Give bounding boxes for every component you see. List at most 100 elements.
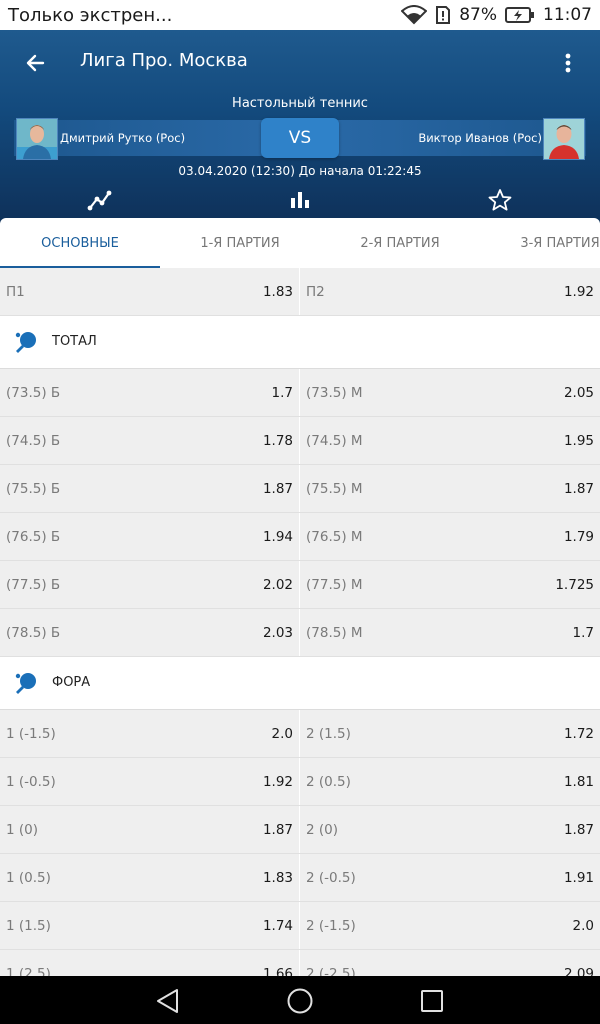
odd-p2[interactable]: П2 1.92 — [300, 268, 600, 315]
odds-row: (74.5) Б 1.78 (74.5) М 1.95 — [0, 417, 600, 465]
odd-value: 1.92 — [262, 774, 293, 790]
odd-label: (76.5) Б — [6, 529, 61, 545]
odd-cell[interactable]: 2 (0.5) 1.81 — [300, 758, 600, 805]
odds-row: 1 (2.5) 1.66 2 (-2.5) 2.09 — [0, 950, 600, 976]
market-tabs: ОСНОВНЫЕ 1-Я ПАРТИЯ 2-Я ПАРТИЯ 3-Я ПАРТИ… — [0, 218, 600, 268]
odd-label: (73.5) М — [306, 385, 363, 401]
more-vert-icon — [565, 53, 571, 73]
odd-cell[interactable]: 2 (-1.5) 2.0 — [300, 902, 600, 949]
total-section-header[interactable]: ТОТАЛ — [0, 316, 600, 369]
odd-label: 1 (-1.5) — [6, 726, 56, 742]
odds-row: (78.5) Б 2.03 (78.5) М 1.7 — [0, 609, 600, 657]
handicap-section-header[interactable]: ФОРА — [0, 657, 600, 710]
odd-cell[interactable]: 2 (-2.5) 2.09 — [300, 950, 600, 976]
odd-cell[interactable]: (75.5) Б 1.87 — [0, 465, 300, 512]
arrow-left-icon — [26, 54, 45, 72]
odd-value: 1.66 — [262, 966, 293, 976]
tab-set-1[interactable]: 1-Я ПАРТИЯ — [160, 218, 320, 268]
player2-avatar — [543, 118, 585, 160]
table-tennis-icon — [15, 332, 36, 353]
player1-name: Дмитрий Рутко (Рос) — [60, 131, 186, 145]
league-title: Лига Про. Москва — [80, 50, 248, 71]
odd-label: 2 (-2.5) — [306, 966, 356, 976]
odds-row: 1 (-1.5) 2.0 2 (1.5) 1.72 — [0, 710, 600, 758]
match-datetime: 03.04.2020 (12:30) До начала 01:22:45 — [178, 164, 422, 178]
odd-cell[interactable]: (78.5) Б 2.03 — [0, 609, 300, 656]
player2-name: Виктор Иванов (Рос) — [418, 131, 542, 145]
odd-cell[interactable]: 1 (0) 1.87 — [0, 806, 300, 853]
odd-cell[interactable]: 1 (-0.5) 1.92 — [0, 758, 300, 805]
odd-cell[interactable]: (76.5) М 1.79 — [300, 513, 600, 560]
odd-value: 2.09 — [563, 966, 594, 976]
odd-cell[interactable]: (76.5) Б 1.94 — [0, 513, 300, 560]
odd-cell[interactable]: 2 (-0.5) 1.91 — [300, 854, 600, 901]
odd-value: 1.91 — [563, 870, 594, 886]
battery-percent: 87% — [459, 5, 497, 25]
player1-avatar — [16, 118, 58, 160]
line-chart-button[interactable] — [87, 188, 113, 212]
odd-value: 1.87 — [563, 822, 594, 838]
nav-recents-button[interactable] — [417, 986, 447, 1016]
circle-home-icon — [287, 988, 313, 1014]
odd-value: 2.0 — [271, 726, 293, 742]
odd-cell[interactable]: 1 (-1.5) 2.0 — [0, 710, 300, 757]
odd-value: 2.0 — [572, 918, 594, 934]
odds-row: 1 (0) 1.87 2 (0) 1.87 — [0, 806, 600, 854]
odd-value: 1.7 — [572, 625, 594, 641]
odd-label: (75.5) М — [306, 481, 363, 497]
odd-cell[interactable]: (78.5) М 1.7 — [300, 609, 600, 656]
nav-home-button[interactable] — [285, 986, 315, 1016]
tab-set-3[interactable]: 3-Я ПАРТИЯ — [480, 218, 600, 268]
more-options-button[interactable] — [556, 48, 580, 78]
odd-label: 2 (0) — [306, 822, 339, 838]
table-tennis-icon — [15, 673, 36, 694]
sim-alert-icon — [435, 5, 451, 25]
odd-label: 1 (1.5) — [6, 918, 51, 934]
back-button[interactable] — [20, 48, 50, 78]
favorite-button[interactable] — [487, 188, 513, 212]
odd-cell[interactable]: (74.5) М 1.95 — [300, 417, 600, 464]
status-indicators: 87% 11:07 — [401, 5, 592, 25]
odd-cell[interactable]: 1 (1.5) 1.74 — [0, 902, 300, 949]
odd-value: 1.74 — [262, 918, 293, 934]
odd-label: (77.5) М — [306, 577, 363, 593]
odd-label: П1 — [6, 284, 25, 300]
wifi-icon — [401, 5, 428, 25]
odd-cell[interactable]: (75.5) М 1.87 — [300, 465, 600, 512]
winner-row: П1 1.83 П2 1.92 — [0, 268, 600, 316]
odd-value: 1.78 — [262, 433, 293, 449]
odd-label: 2 (1.5) — [306, 726, 351, 742]
odd-cell[interactable]: 2 (1.5) 1.72 — [300, 710, 600, 757]
nav-back-button[interactable] — [153, 986, 183, 1016]
tab-main[interactable]: ОСНОВНЫЕ — [0, 218, 160, 268]
odd-cell[interactable]: (77.5) М 1.725 — [300, 561, 600, 608]
notification-text: Только экстрен... — [8, 4, 173, 26]
odd-label: (73.5) Б — [6, 385, 61, 401]
odd-label: 2 (-1.5) — [306, 918, 356, 934]
bar-chart-icon — [291, 192, 309, 208]
odd-cell[interactable]: 1 (0.5) 1.83 — [0, 854, 300, 901]
odd-value: 1.83 — [262, 284, 293, 300]
odd-value: 1.81 — [563, 774, 594, 790]
odd-cell[interactable]: 2 (0) 1.87 — [300, 806, 600, 853]
odd-value: 1.83 — [262, 870, 293, 886]
odd-label: (76.5) М — [306, 529, 363, 545]
odds-row: (73.5) Б 1.7 (73.5) М 2.05 — [0, 369, 600, 417]
section-title: ФОРА — [52, 675, 91, 690]
odds-row: 1 (-0.5) 1.92 2 (0.5) 1.81 — [0, 758, 600, 806]
odd-cell[interactable]: (77.5) Б 2.02 — [0, 561, 300, 608]
odd-cell[interactable]: (73.5) М 2.05 — [300, 369, 600, 416]
odd-cell[interactable]: 1 (2.5) 1.66 — [0, 950, 300, 976]
odd-p1[interactable]: П1 1.83 — [0, 268, 300, 315]
odd-label: (74.5) М — [306, 433, 363, 449]
line-chart-icon — [87, 190, 112, 211]
stats-button[interactable] — [287, 188, 313, 212]
odds-row: (77.5) Б 2.02 (77.5) М 1.725 — [0, 561, 600, 609]
odd-cell[interactable]: (73.5) Б 1.7 — [0, 369, 300, 416]
match-header: Лига Про. Москва Настольный теннис Дмитр… — [0, 30, 600, 230]
tab-set-2[interactable]: 2-Я ПАРТИЯ — [320, 218, 480, 268]
odd-value: 2.05 — [563, 385, 594, 401]
odd-value: 1.87 — [563, 481, 594, 497]
odd-cell[interactable]: (74.5) Б 1.78 — [0, 417, 300, 464]
triangle-back-icon — [157, 989, 178, 1013]
